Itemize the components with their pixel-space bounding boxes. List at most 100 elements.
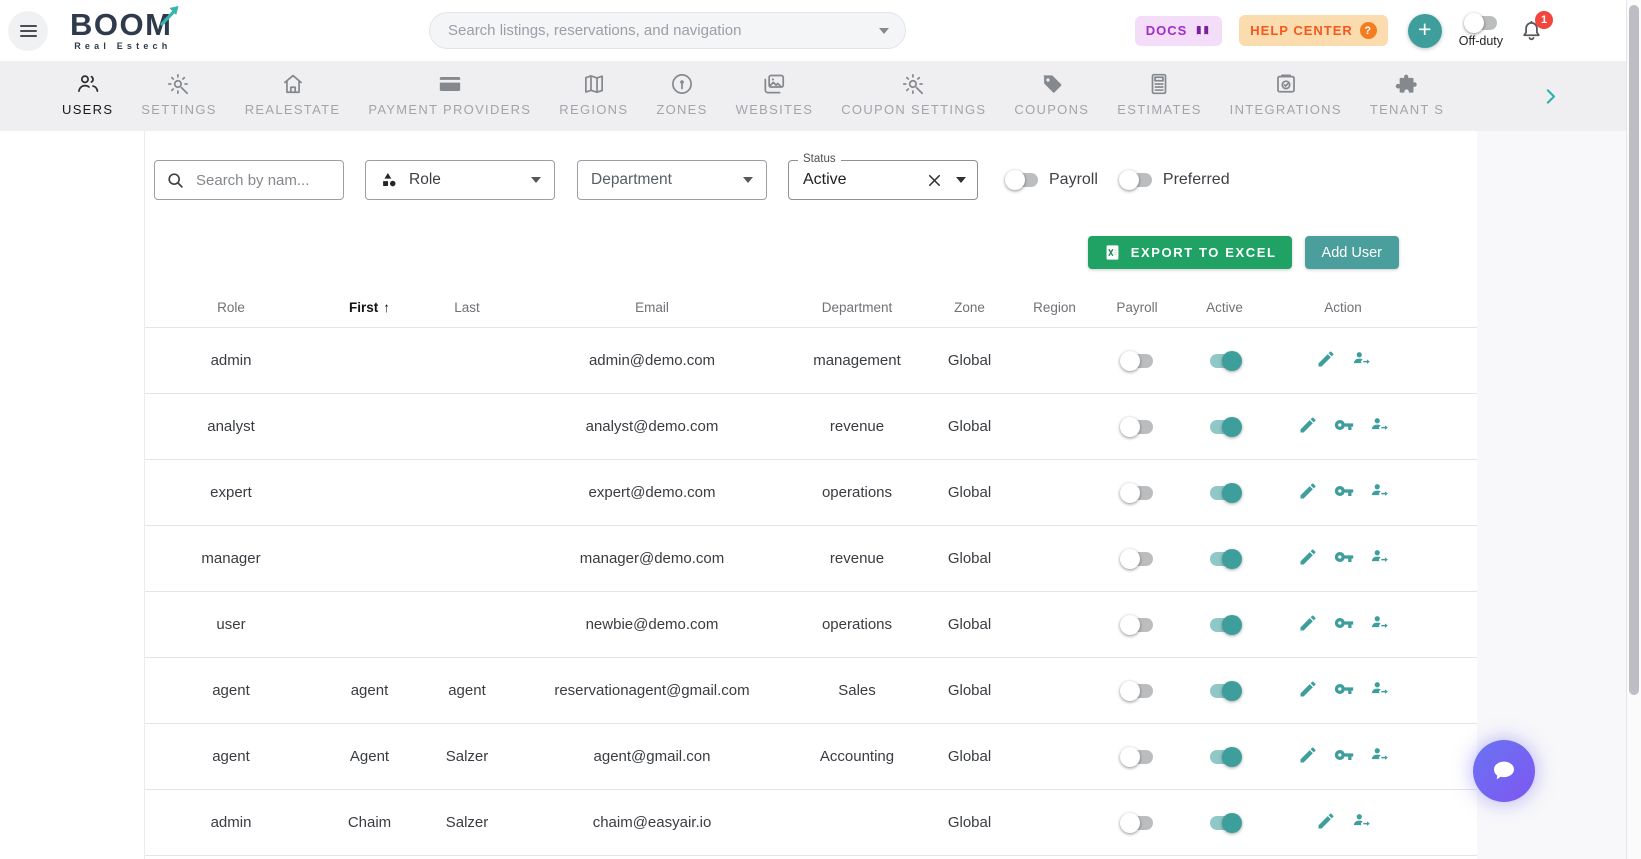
cell-email: analyst@demo.com xyxy=(512,393,792,460)
payroll-toggle[interactable] xyxy=(1120,350,1154,371)
edit-user-button[interactable] xyxy=(1290,743,1326,770)
tab-tenant-s[interactable]: TENANT S xyxy=(1370,71,1444,117)
cell-first xyxy=(317,393,422,460)
payroll-toggle[interactable] xyxy=(1120,548,1154,569)
column-header-payroll[interactable]: Payroll xyxy=(1092,290,1182,328)
payroll-toggle[interactable] xyxy=(1120,812,1154,833)
payroll-toggle[interactable] xyxy=(1120,416,1154,437)
tab-regions[interactable]: REGIONS xyxy=(559,71,628,117)
edit-user-button[interactable] xyxy=(1308,809,1344,836)
impersonate-user-button[interactable] xyxy=(1344,809,1380,836)
active-toggle[interactable] xyxy=(1208,746,1242,767)
quick-add-button[interactable]: + xyxy=(1407,13,1442,48)
role-select[interactable]: Role xyxy=(365,160,555,200)
users-content: Role Department Status Active Payroll xyxy=(145,131,1477,859)
column-header-department[interactable]: Department xyxy=(792,290,922,328)
edit-user-button[interactable] xyxy=(1290,479,1326,506)
tab-zones[interactable]: ZONES xyxy=(656,71,707,117)
tab-integrations[interactable]: INTEGRATIONS xyxy=(1230,71,1342,117)
impersonate-user-button[interactable] xyxy=(1362,611,1398,638)
impersonate-user-button[interactable] xyxy=(1362,413,1398,440)
cell-active xyxy=(1182,789,1267,856)
tab-coupon-settings[interactable]: COUPON SETTINGS xyxy=(841,71,986,117)
active-toggle[interactable] xyxy=(1208,416,1242,437)
active-toggle[interactable] xyxy=(1208,812,1242,833)
edit-user-button[interactable] xyxy=(1290,545,1326,572)
page-body: Role Department Status Active Payroll xyxy=(0,131,1641,859)
preferred-filter-toggle[interactable] xyxy=(1118,170,1153,190)
column-header-first[interactable]: First ↑ xyxy=(317,290,422,328)
notifications-button[interactable]: 1 xyxy=(1519,10,1553,44)
global-search-input[interactable] xyxy=(446,21,879,40)
chevron-down-icon[interactable] xyxy=(879,27,889,34)
tabs-scroll-right-button[interactable] xyxy=(1540,86,1561,107)
department-select-label: Department xyxy=(591,171,672,188)
payroll-toggle[interactable] xyxy=(1120,680,1154,701)
duty-toggle-group: Off-duty xyxy=(1459,13,1503,48)
column-header-last[interactable]: Last xyxy=(422,290,512,328)
tab-estimates[interactable]: ESTIMATES xyxy=(1117,71,1201,117)
cell-role: agent xyxy=(145,723,317,790)
docs-button[interactable]: DOCS xyxy=(1134,15,1223,46)
tab-websites[interactable]: WEBSITES xyxy=(736,71,814,117)
impersonate-user-button[interactable] xyxy=(1344,347,1380,374)
active-toggle[interactable] xyxy=(1208,614,1242,635)
tab-settings[interactable]: SETTINGS xyxy=(141,71,216,117)
help-center-button[interactable]: HELP CENTER ? xyxy=(1239,15,1388,46)
column-header-active[interactable]: Active xyxy=(1182,290,1267,328)
impersonate-user-button[interactable] xyxy=(1362,677,1398,704)
caret-down-icon xyxy=(956,177,966,183)
column-header-zone[interactable]: Zone xyxy=(922,290,1017,328)
tab-coupons[interactable]: COUPONS xyxy=(1014,71,1089,117)
cell-last xyxy=(422,459,512,526)
reset-password-button[interactable] xyxy=(1326,743,1362,770)
payroll-toggle[interactable] xyxy=(1120,746,1154,767)
edit-user-button[interactable] xyxy=(1290,413,1326,440)
active-toggle[interactable] xyxy=(1208,350,1242,371)
reset-password-button[interactable] xyxy=(1326,677,1362,704)
reset-password-button[interactable] xyxy=(1326,545,1362,572)
payroll-toggle[interactable] xyxy=(1120,482,1154,503)
status-clear-button[interactable] xyxy=(925,171,944,190)
table-row: admin admin@demo.com management Global xyxy=(145,327,1477,394)
page-scrollbar[interactable] xyxy=(1626,0,1641,859)
cell-last xyxy=(422,327,512,394)
edit-user-button[interactable] xyxy=(1290,677,1326,704)
tab-users[interactable]: USERS xyxy=(62,71,113,117)
excel-icon xyxy=(1103,243,1122,262)
cell-zone: Global xyxy=(922,393,1017,460)
active-toggle[interactable] xyxy=(1208,680,1242,701)
column-header-email[interactable]: Email xyxy=(512,290,792,328)
status-select[interactable]: Status Active xyxy=(788,153,978,200)
cell-payroll xyxy=(1092,591,1182,658)
reset-password-button[interactable] xyxy=(1326,413,1362,440)
payroll-toggle[interactable] xyxy=(1120,614,1154,635)
column-header-role[interactable]: Role xyxy=(145,290,317,328)
impersonate-user-button[interactable] xyxy=(1362,743,1398,770)
payroll-filter-toggle[interactable] xyxy=(1005,170,1039,190)
active-toggle[interactable] xyxy=(1208,482,1242,503)
department-select[interactable]: Department xyxy=(577,160,767,200)
cell-active xyxy=(1182,723,1267,790)
scrollbar-thumb[interactable] xyxy=(1629,5,1639,695)
add-user-button[interactable]: Add User xyxy=(1304,236,1399,269)
hamburger-menu-button[interactable] xyxy=(8,10,48,51)
reset-password-button[interactable] xyxy=(1326,611,1362,638)
impersonate-user-button[interactable] xyxy=(1362,479,1398,506)
off-duty-toggle[interactable] xyxy=(1463,13,1498,33)
person-arrow-icon xyxy=(1352,352,1372,372)
payroll-filter-group: Payroll xyxy=(1005,170,1098,190)
active-toggle[interactable] xyxy=(1208,548,1242,569)
edit-user-button[interactable] xyxy=(1290,611,1326,638)
chat-widget-button[interactable] xyxy=(1473,740,1535,802)
reset-password-button[interactable] xyxy=(1326,479,1362,506)
column-header-action[interactable]: Action xyxy=(1267,290,1477,328)
tab-realestate[interactable]: REALESTATE xyxy=(245,71,341,117)
name-search-input[interactable] xyxy=(194,170,333,190)
column-header-region[interactable]: Region xyxy=(1017,290,1092,328)
edit-user-button[interactable] xyxy=(1308,347,1344,374)
cell-email: chaim@easyair.io xyxy=(512,789,792,856)
export-to-excel-button[interactable]: EXPORT TO EXCEL xyxy=(1087,236,1292,269)
impersonate-user-button[interactable] xyxy=(1362,545,1398,572)
tab-payment-providers[interactable]: PAYMENT PROVIDERS xyxy=(368,71,531,117)
